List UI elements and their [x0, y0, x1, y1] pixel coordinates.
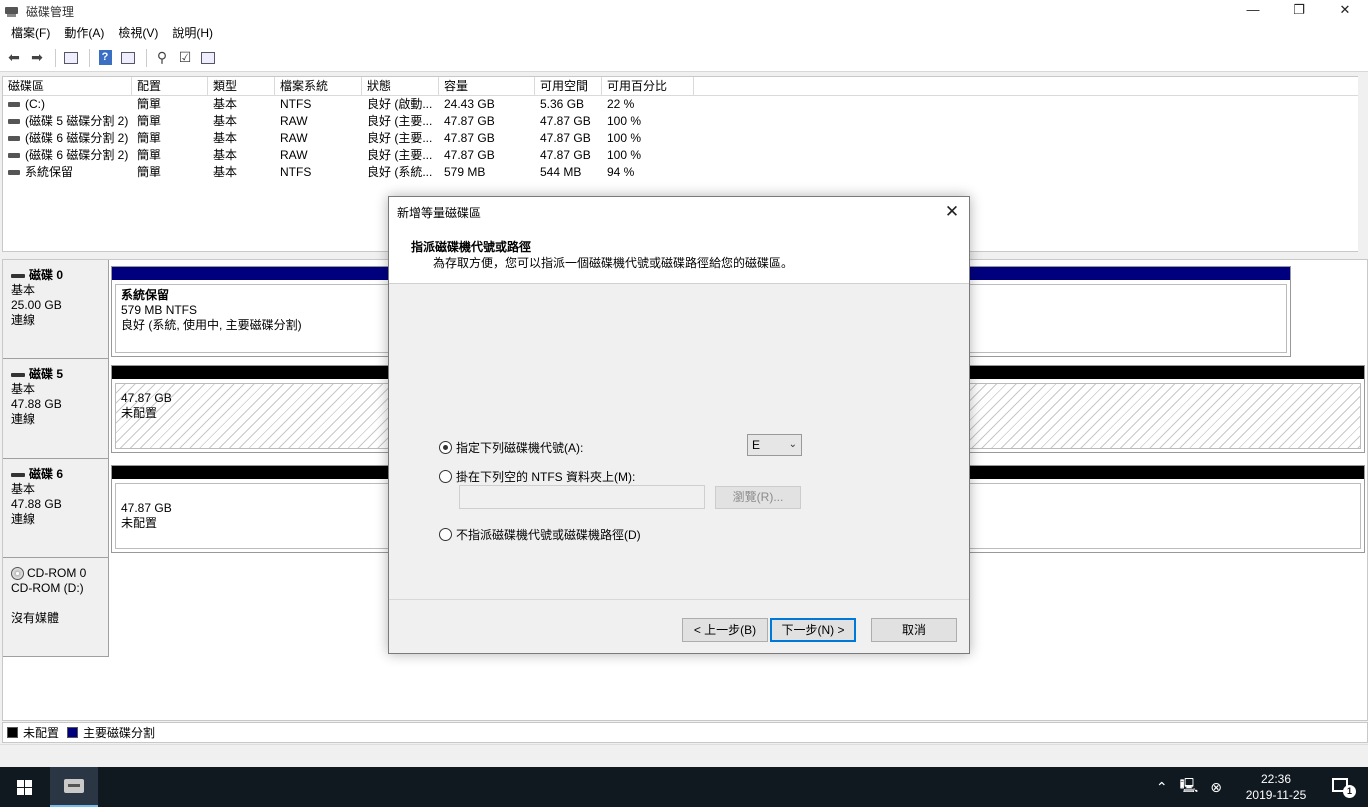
unallocated-swatch — [7, 727, 18, 738]
disk-icon — [11, 472, 25, 477]
table-row[interactable]: (磁碟 5 磁碟分割 2) 簡單 基本 RAW 良好 (主要... 47.87 … — [3, 113, 1367, 130]
table-row[interactable]: (C:) 簡單 基本 NTFS 良好 (啟動... 24.43 GB 5.36 … — [3, 96, 1367, 113]
menu-help[interactable]: 說明(H) — [165, 22, 220, 44]
taskbar: ⌃ 🖳 ⊗ 22:36 2019-11-25 1 — [0, 767, 1368, 807]
col-capacity[interactable]: 容量 — [439, 77, 535, 96]
chevron-down-icon: ⌄ — [788, 439, 797, 450]
drive-letter-select[interactable]: E ⌄ — [747, 434, 802, 456]
dialog-subheading: 為存取方便，您可以指派一個磁碟機代號或磁碟路徑給您的磁碟區。 — [433, 256, 794, 270]
clock[interactable]: 22:36 2019-11-25 — [1236, 771, 1316, 803]
windows-logo-icon — [16, 779, 32, 795]
folder-path-input[interactable] — [459, 485, 705, 509]
table-row[interactable]: (磁碟 6 磁碟分割 2) 簡單 基本 RAW 良好 (主要... 47.87 … — [3, 147, 1367, 164]
volume-muted-icon[interactable]: ⊗ — [1210, 779, 1222, 796]
col-free-percent[interactable]: 可用百分比 — [602, 77, 694, 96]
cancel-button[interactable]: 取消 — [871, 618, 957, 642]
col-type[interactable]: 類型 — [208, 77, 275, 96]
dialog-footer: < 上一步(B) 下一步(N) > 取消 — [389, 599, 969, 653]
menu-file[interactable]: 檔案(F) — [4, 22, 57, 44]
disk-label[interactable]: 磁碟 0 基本 25.00 GB 連線 — [3, 260, 109, 359]
new-striped-volume-dialog: 新增等量磁碟區 ✕ 指派磁碟機代號或路徑 為存取方便，您可以指派一個磁碟機代號或… — [388, 196, 970, 654]
back-arrow-icon[interactable]: ⬅ — [4, 48, 24, 68]
volume-icon — [8, 170, 20, 176]
disk-label[interactable]: CD-ROM 0 CD-ROM (D:) 沒有媒體 — [3, 558, 109, 657]
system-tray: ⌃ 🖳 ⊗ 22:36 2019-11-25 1 — [1150, 767, 1368, 807]
start-button[interactable] — [0, 767, 48, 807]
cd-rom-icon — [11, 567, 24, 580]
volume-icon — [8, 136, 20, 142]
volume-list-header: 磁碟區 配置 類型 檔案系統 狀態 容量 可用空間 可用百分比 — [3, 77, 1367, 96]
volume-list-scrollbar[interactable] — [1358, 76, 1368, 252]
radio-button[interactable] — [439, 470, 452, 483]
volume-icon — [8, 119, 20, 125]
notification-center-button[interactable]: 1 — [1330, 776, 1356, 798]
help-icon[interactable]: ? — [95, 48, 115, 68]
disk-management-icon — [4, 4, 20, 18]
properties-icon[interactable] — [118, 48, 138, 68]
col-layout[interactable]: 配置 — [132, 77, 208, 96]
legend: 未配置 主要磁碟分割 — [2, 722, 1368, 743]
col-free-space[interactable]: 可用空間 — [535, 77, 602, 96]
dialog-title-bar: 新增等量磁碟區 ✕ — [389, 197, 969, 228]
network-icon[interactable]: 🖳 — [1180, 775, 1199, 799]
minimize-button[interactable]: — — [1230, 0, 1276, 22]
menu-action[interactable]: 動作(A) — [57, 22, 111, 44]
disk-label[interactable]: 磁碟 5 基本 47.88 GB 連線 — [3, 359, 109, 459]
menu-view[interactable]: 檢視(V) — [111, 22, 165, 44]
close-button[interactable]: ✕ — [1322, 0, 1368, 22]
dialog-body: 指定下列磁碟機代號(A): E ⌄ 掛在下列空的 NTFS 資料夾上(M): 瀏… — [389, 285, 969, 599]
menu-bar: 檔案(F) 動作(A) 檢視(V) 說明(H) — [0, 22, 1368, 44]
radio-button[interactable] — [439, 528, 452, 541]
table-row[interactable]: (磁碟 6 磁碟分割 2) 簡單 基本 RAW 良好 (主要... 47.87 … — [3, 130, 1367, 147]
notification-count-badge: 1 — [1343, 785, 1356, 798]
dialog-header: 指派磁碟機代號或路徑 為存取方便，您可以指派一個磁碟機代號或磁碟路徑給您的磁碟區… — [389, 228, 969, 284]
checklist-icon[interactable]: ☑ — [175, 48, 195, 68]
forward-arrow-icon[interactable]: ➡ — [27, 48, 47, 68]
radio-no-letter[interactable]: 不指派磁碟機代號或磁碟機路徑(D) — [439, 526, 641, 543]
disk-icon — [11, 273, 25, 278]
dialog-title: 新增等量磁碟區 — [397, 206, 482, 220]
dialog-heading: 指派磁碟機代號或路徑 — [411, 240, 532, 254]
restore-button[interactable]: ❐ — [1276, 0, 1322, 22]
volume-icon — [8, 102, 20, 108]
col-status[interactable]: 狀態 — [362, 77, 439, 96]
browse-button[interactable]: 瀏覽(R)... — [715, 486, 801, 509]
window-title: 磁碟管理 — [26, 4, 75, 19]
back-button[interactable]: < 上一步(B) — [682, 618, 768, 642]
rescan-icon[interactable]: ⚲ — [152, 48, 172, 68]
dialog-close-button[interactable]: ✕ — [941, 201, 963, 223]
taskbar-app-disk-management[interactable] — [50, 767, 98, 807]
disk-icon — [11, 372, 25, 377]
toolbar: ⬅ ➡ ? ⚲ ☑ — [0, 44, 1368, 72]
settings-list-icon[interactable] — [198, 48, 218, 68]
chevron-up-icon[interactable]: ⌃ — [1156, 779, 1168, 796]
radio-mount-folder[interactable]: 掛在下列空的 NTFS 資料夾上(M): — [439, 468, 635, 485]
table-row[interactable]: 系統保留 簡單 基本 NTFS 良好 (系統... 579 MB 544 MB … — [3, 164, 1367, 181]
radio-assign-letter[interactable]: 指定下列磁碟機代號(A): — [439, 439, 583, 456]
volume-icon — [8, 153, 20, 159]
next-button[interactable]: 下一步(N) > — [770, 618, 856, 642]
col-volume[interactable]: 磁碟區 — [3, 77, 132, 96]
primary-swatch — [67, 727, 79, 738]
console-tree-icon[interactable] — [61, 48, 81, 68]
title-bar: 磁碟管理 — ❐ ✕ — [0, 0, 1368, 22]
radio-button-checked[interactable] — [439, 441, 452, 454]
disk-management-icon — [64, 779, 84, 793]
disk-label[interactable]: 磁碟 6 基本 47.88 GB 連線 — [3, 459, 109, 558]
col-filesystem[interactable]: 檔案系統 — [275, 77, 362, 96]
status-bar — [0, 744, 1368, 767]
